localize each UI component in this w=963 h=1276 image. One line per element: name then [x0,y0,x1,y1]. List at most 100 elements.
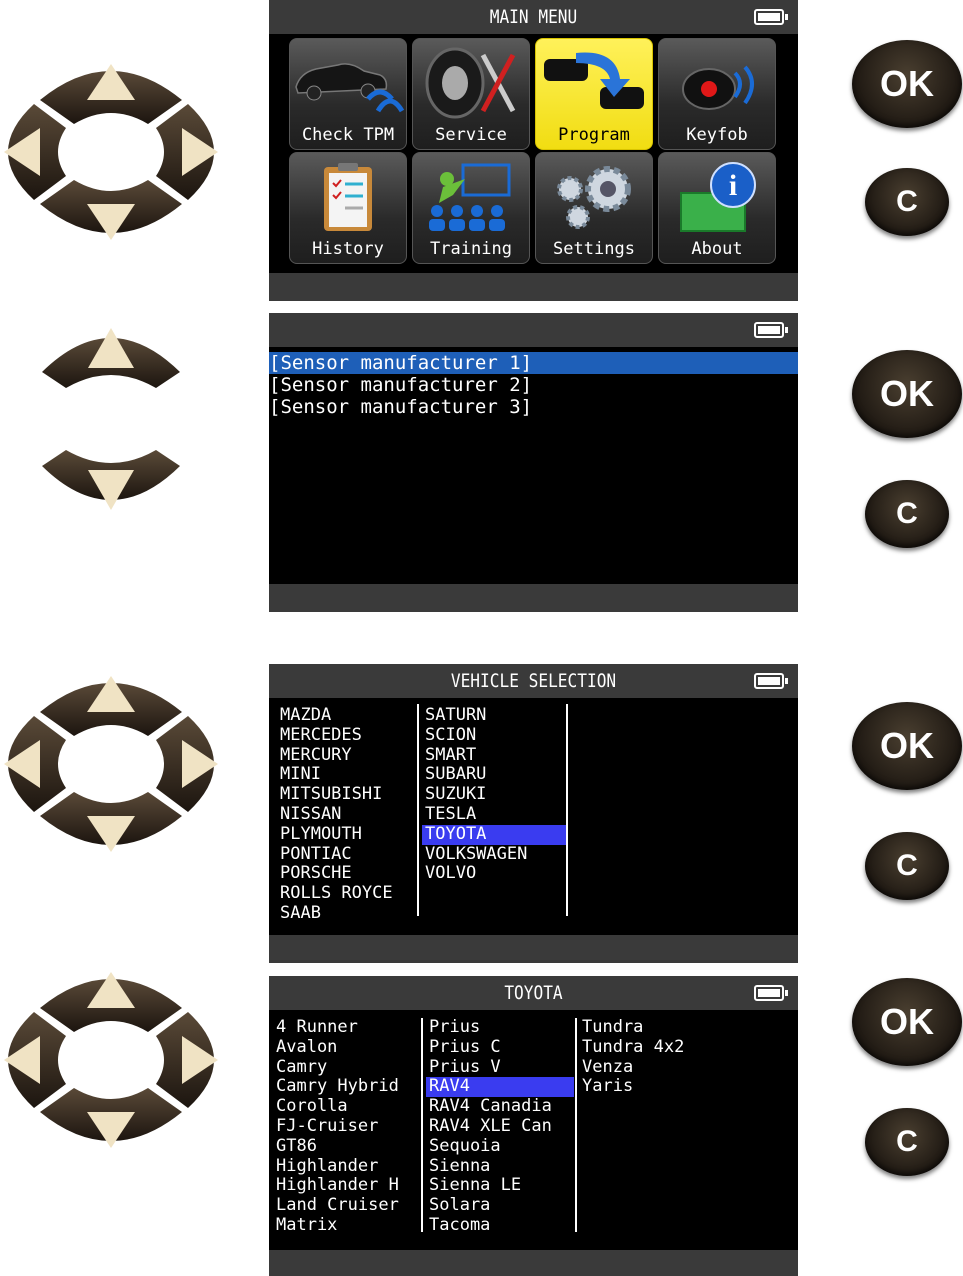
list-item[interactable]: TOYOTA [422,824,566,845]
list-item[interactable]: Corolla [273,1096,419,1117]
list-item[interactable]: Tundra 4x2 [579,1037,729,1058]
tile-about[interactable]: i About [658,152,776,264]
screen-title: VEHICLE SELECTION [450,670,617,692]
list-item[interactable]: SUZUKI [422,784,566,805]
list-item[interactable]: Solara [426,1195,574,1216]
dpad-right-button[interactable] [156,1012,218,1108]
list-item[interactable]: [Sensor manufacturer 2] [269,374,798,396]
c-button[interactable]: C [865,480,949,548]
list-item[interactable]: Camry [273,1057,419,1078]
list-item[interactable]: MERCURY [277,745,415,766]
dpad-down-button[interactable] [40,1088,182,1148]
list-item[interactable]: SMART [422,745,566,766]
model-column-3: Tundra Tundra 4x2 Venza Yaris [579,1017,729,1097]
ok-button[interactable]: OK [852,40,962,128]
list-item[interactable]: SCION [422,725,566,746]
column-divider [421,1018,423,1232]
list-item[interactable]: Highlander [273,1156,419,1177]
list-item[interactable]: VOLKSWAGEN [422,844,566,865]
tile-service[interactable]: Service [412,38,530,150]
dpad-right-button[interactable] [156,716,218,812]
ok-button[interactable]: OK [852,350,962,438]
dpad-up-button[interactable] [40,972,182,1032]
dpad-3[interactable] [0,664,222,864]
svg-text:i: i [729,169,737,202]
list-item[interactable]: Venza [579,1057,729,1078]
list-item[interactable]: Sequoia [426,1136,574,1157]
tile-check-tpm[interactable]: Check TPM [289,38,407,150]
list-item[interactable]: FJ-Cruiser [273,1116,419,1137]
dpad-left-button[interactable] [4,104,66,200]
list-item[interactable]: [Sensor manufacturer 1] [269,352,798,374]
model-column-1: 4 Runner Avalon Camry Camry Hybrid Corolla FJ… [273,1017,419,1236]
list-item[interactable]: [Sensor manufacturer 3] [269,396,798,418]
up-button[interactable] [38,322,184,390]
tile-program[interactable]: Program [535,38,653,150]
dpad-up-button[interactable] [40,676,182,736]
list-item[interactable]: NISSAN [277,804,415,825]
list-item[interactable]: RAV4 XLE Can [426,1116,574,1137]
tire-tools-icon [425,47,516,119]
c-button[interactable]: C [865,1108,949,1176]
list-item[interactable]: PLYMOUTH [277,824,415,845]
tile-training[interactable]: Training [412,152,530,264]
list-item[interactable]: Prius V [426,1057,574,1078]
list-item[interactable]: Avalon [273,1037,419,1058]
list-item[interactable]: Highlander H [273,1176,419,1196]
list-item[interactable]: GT86 [273,1136,419,1157]
dpad-left-button[interactable] [4,716,66,812]
list-item[interactable]: VOLVO [422,864,566,884]
list-item[interactable]: 4 Runner [273,1017,419,1038]
tile-history[interactable]: History [289,152,407,264]
list-item[interactable]: MERCEDES [277,725,415,746]
list-item[interactable]: Sienna [426,1156,574,1177]
sensor-list-screen: [Sensor manufacturer 1] [Sensor manufact… [269,313,798,612]
list-item[interactable]: Land Cruiser [273,1195,419,1216]
list-item[interactable]: Prius [426,1017,574,1038]
keyfob-icon [682,65,754,110]
list-item[interactable]: RAV4 [426,1077,574,1098]
c-button[interactable]: C [865,168,949,236]
dpad-down-button[interactable] [40,180,182,240]
list-item[interactable]: Tundra [579,1017,729,1038]
ok-button[interactable]: OK [852,702,962,790]
list-item[interactable]: ROLLS ROYCE [277,883,415,904]
list-item[interactable]: PONTIAC [277,844,415,865]
list-item[interactable]: RAV4 Canadia [426,1096,574,1117]
list-item[interactable]: SAAB [277,903,415,924]
tile-label: Settings [553,239,635,259]
list-item[interactable]: Prius C [426,1037,574,1058]
tile-label: Service [435,125,507,145]
list-item[interactable]: SUBARU [422,765,566,785]
dpad-4[interactable] [0,960,222,1160]
list-item[interactable]: MITSUBISHI [277,784,415,805]
c-button[interactable]: C [865,832,949,900]
list-item[interactable]: SATURN [422,705,566,726]
footer-bar [269,273,798,301]
list-item[interactable]: Camry Hybrid [273,1077,419,1097]
list-item[interactable]: TESLA [422,804,566,825]
dpad-right-button[interactable] [156,104,218,200]
screen-title: TOYOTA [504,982,563,1004]
list-item[interactable]: Tacoma [426,1215,574,1236]
battery-icon [754,985,788,1001]
tile-settings[interactable]: Settings [535,152,653,264]
column-divider [417,704,419,916]
dpad-down-button[interactable] [40,792,182,852]
list-item[interactable]: Matrix [273,1215,419,1236]
dpad-left-button[interactable] [4,1012,66,1108]
list-item[interactable]: Yaris [579,1077,729,1097]
model-selection-screen: TOYOTA 4 Runner Avalon Camry Camry Hybrid Co… [269,976,798,1276]
ok-button[interactable]: OK [852,978,962,1066]
tile-label: Training [430,239,512,259]
list-item[interactable]: MAZDA [277,705,415,726]
list-item[interactable]: Sienna LE [426,1176,574,1196]
down-button[interactable] [38,448,184,516]
dpad-up-button[interactable] [40,64,182,124]
list-item[interactable]: MINI [277,765,415,785]
list-item[interactable]: PORSCHE [277,864,415,884]
tile-keyfob[interactable]: Keyfob [658,38,776,150]
main-menu-screen: MAIN MENU Check TPM Service Program Keyf… [269,0,798,301]
dpad-1[interactable] [0,52,222,252]
tile-label: History [312,239,384,259]
